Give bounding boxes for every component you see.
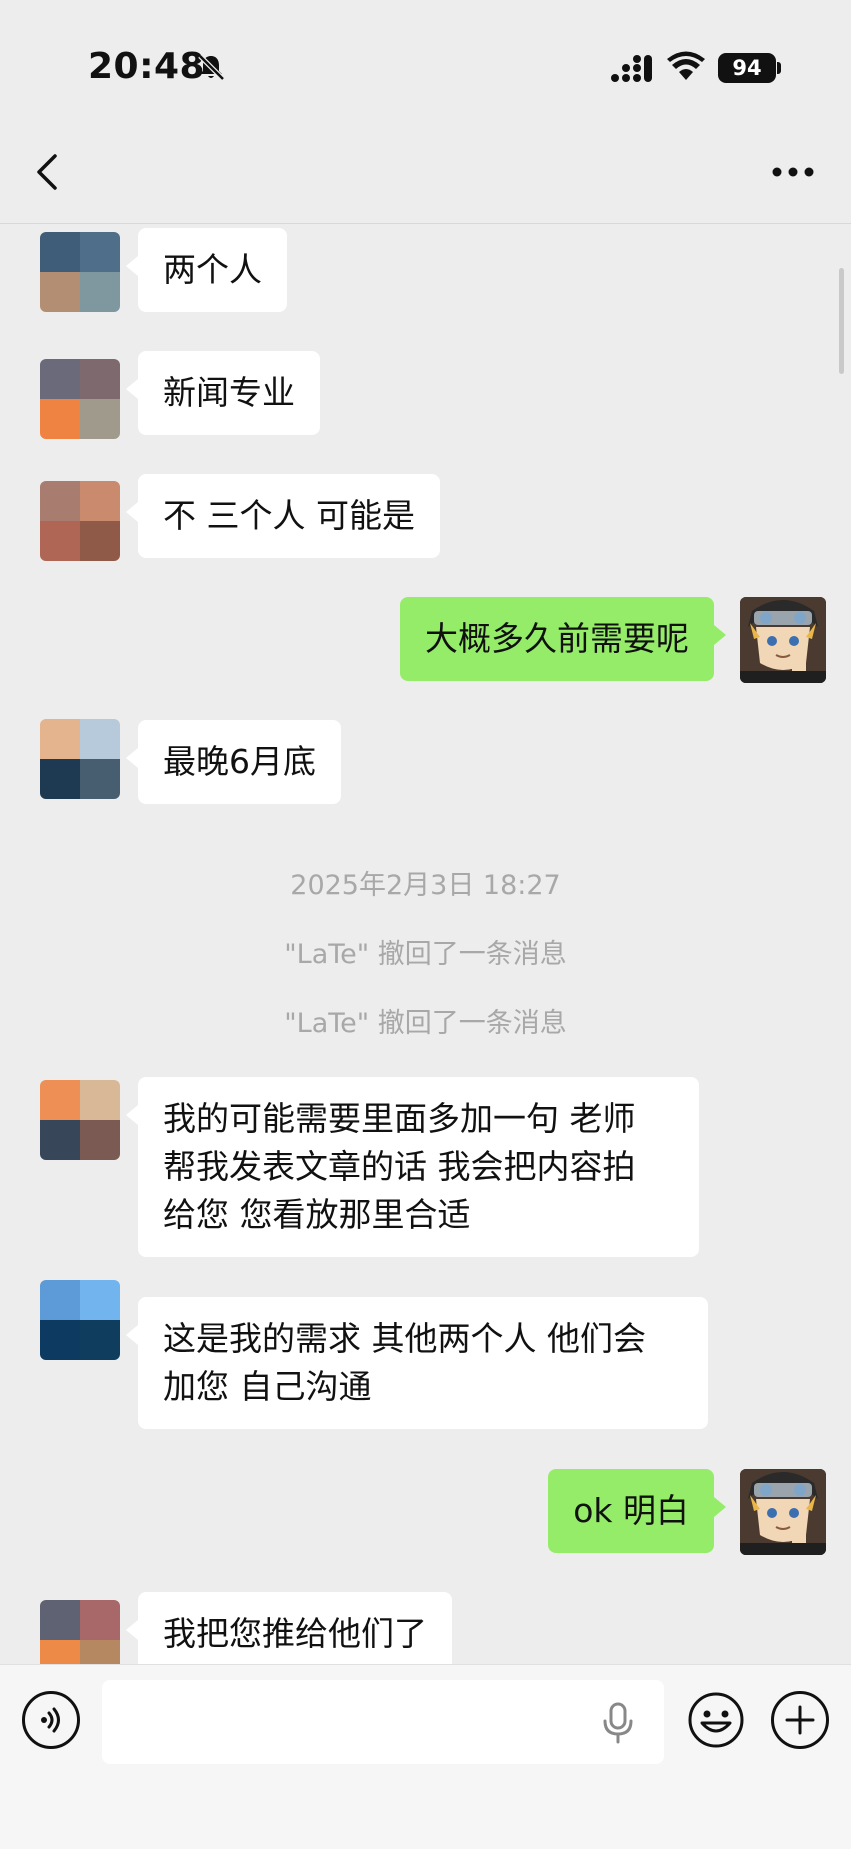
message-bubble-incoming[interactable]: 最晚6月底 bbox=[126, 720, 341, 804]
message-bubble-outgoing[interactable]: 大概多久前需要呢 bbox=[400, 597, 726, 681]
message-bubble-incoming[interactable]: 不 三个人 可能是 bbox=[126, 474, 440, 558]
scroll-indicator[interactable] bbox=[839, 268, 844, 374]
recall-notice: "LaTe" 撤回了一条消息 bbox=[284, 1008, 567, 1039]
avatar-image bbox=[740, 597, 826, 683]
emoji-icon[interactable] bbox=[687, 1691, 745, 1749]
self-avatar[interactable] bbox=[740, 597, 826, 683]
contact-avatar[interactable] bbox=[40, 719, 120, 799]
recall-notice: "LaTe" 撤回了一条消息 bbox=[284, 939, 567, 970]
back-button[interactable] bbox=[22, 142, 72, 202]
more-options-button[interactable] bbox=[760, 142, 826, 202]
microphone-icon[interactable] bbox=[598, 1701, 638, 1745]
chevron-left-icon bbox=[37, 154, 57, 190]
voice-toggle-button[interactable] bbox=[22, 1691, 80, 1749]
wifi-icon bbox=[667, 51, 705, 80]
more-actions-button[interactable] bbox=[771, 1691, 829, 1749]
message-bubble-incoming[interactable]: 这是我的需求 其他两个人 他们会 加您 自己沟通 bbox=[126, 1297, 708, 1429]
battery-nub bbox=[777, 62, 781, 74]
avatar-image bbox=[740, 1469, 826, 1555]
bell-off-icon bbox=[198, 54, 225, 81]
contact-avatar[interactable] bbox=[40, 1080, 120, 1160]
self-avatar[interactable] bbox=[740, 1469, 826, 1555]
message-bubble-outgoing[interactable]: ok 明白 bbox=[548, 1469, 726, 1553]
contact-avatar[interactable] bbox=[40, 481, 120, 561]
chat-header bbox=[0, 130, 851, 224]
message-timestamp: 2025年2月3日 18:27 bbox=[290, 870, 561, 901]
contact-avatar[interactable] bbox=[40, 1280, 120, 1360]
contact-avatar[interactable] bbox=[40, 232, 120, 312]
status-bar: 20:48 94 bbox=[0, 0, 851, 130]
input-bar bbox=[0, 1664, 851, 1849]
status-time: 20:48 bbox=[88, 46, 206, 87]
contact-avatar[interactable] bbox=[40, 359, 120, 439]
plus-icon bbox=[785, 1705, 815, 1735]
voice-icon bbox=[41, 1707, 60, 1733]
battery-icon: 94 bbox=[718, 53, 776, 83]
cellular-signal-icon bbox=[611, 55, 652, 82]
message-input[interactable] bbox=[102, 1680, 664, 1764]
message-bubble-incoming[interactable]: 新闻专业 bbox=[126, 351, 320, 435]
chat-screen: 20:48 94 两个人 新闻专业 不 三个人 可能是 大概多久前需要呢 最晚6… bbox=[0, 0, 851, 1849]
message-bubble-incoming[interactable]: 两个人 bbox=[126, 228, 287, 312]
message-bubble-incoming[interactable]: 我的可能需要里面多加一句 老师 帮我发表文章的话 我会把内容拍 给您 您看放那里… bbox=[126, 1077, 699, 1257]
more-horizontal-icon bbox=[772, 167, 814, 177]
